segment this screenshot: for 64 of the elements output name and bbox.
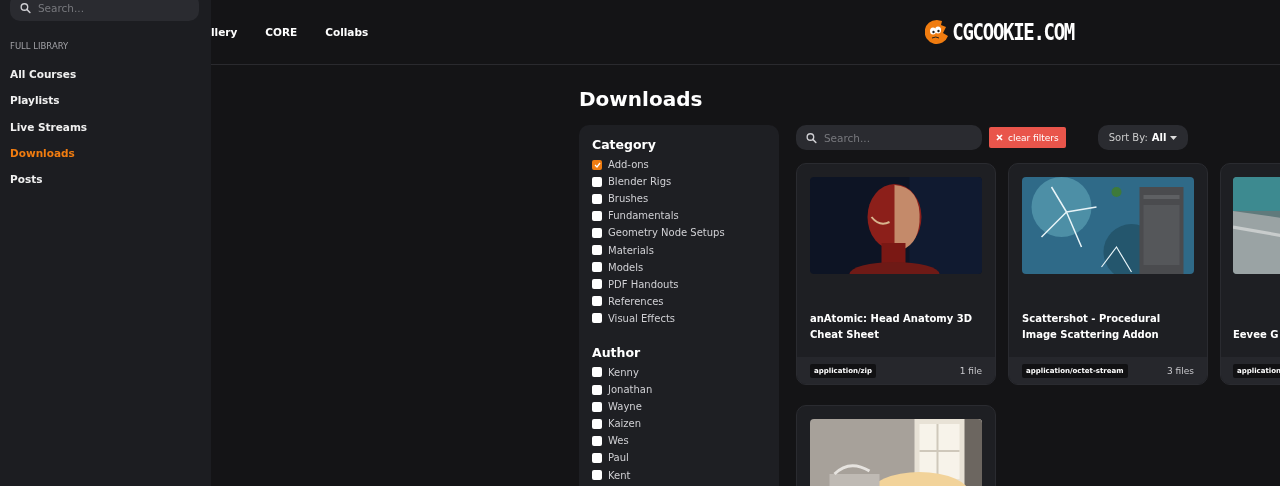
- clear-filters-button[interactable]: clear filters: [989, 127, 1066, 148]
- filter-option-label: Kenny: [608, 367, 639, 378]
- filter-option-label: Visual Effects: [608, 312, 676, 324]
- filter-option-label: Kent: [608, 469, 631, 481]
- filter-option-label: Wes: [608, 435, 629, 447]
- search-input[interactable]: Search...: [821, 130, 982, 145]
- filter-option-label: Fundamentals: [608, 210, 679, 222]
- checkbox[interactable]: [592, 384, 602, 395]
- cookie-logo-icon: [925, 19, 950, 45]
- section-label: FULL LIBRARY: [10, 41, 70, 51]
- checkbox[interactable]: [592, 452, 602, 463]
- search-field[interactable]: Search...: [10, 0, 199, 21]
- checkbox[interactable]: [592, 279, 602, 290]
- checkbox[interactable]: [592, 159, 602, 170]
- filter-heading: Author: [592, 344, 642, 360]
- filter-option-label: PDF Handouts: [608, 278, 679, 290]
- filter-heading: Category: [592, 137, 657, 152]
- checkbox[interactable]: [592, 470, 602, 481]
- sidebar-link[interactable]: Live Streams: [10, 113, 88, 140]
- checkbox[interactable]: [592, 435, 602, 446]
- checkmark-icon: [593, 161, 601, 168]
- close-icon: [996, 134, 1003, 141]
- search-field[interactable]: Search...: [796, 125, 982, 150]
- card-title: Scattershot - Procedural Image Scattering Addon: [1021, 312, 1162, 342]
- file-count: 1 file: [959, 365, 982, 376]
- card-title: anAtomic: Head Anatomy 3D Cheat Sheet: [809, 312, 973, 342]
- nav-link[interactable]: CORE: [265, 26, 298, 38]
- caret-icon: [1170, 135, 1178, 140]
- page-title: Downloads: [579, 87, 704, 111]
- filter-option-label: Paul: [608, 452, 629, 464]
- filter-option-label: Add-ons: [608, 159, 649, 171]
- logo-text: CGCOOKIE.COM: [952, 18, 1074, 46]
- filter-option-label: Wayne: [608, 401, 642, 413]
- filter-option-label: Materials: [608, 244, 654, 256]
- filter-option-label: Kaizen: [608, 418, 642, 430]
- sidebar-link[interactable]: Playlists: [10, 87, 60, 114]
- search-icon: [806, 131, 817, 144]
- search-input[interactable]: Search...: [35, 0, 199, 15]
- checkbox[interactable]: [592, 418, 602, 429]
- filter-option-label: Jonathan: [608, 384, 653, 396]
- checkbox[interactable]: [592, 296, 602, 307]
- sort-dropdown[interactable]: Sort By: All: [1097, 125, 1189, 150]
- file-count: 3 files: [1167, 365, 1194, 376]
- filter-option-label: Brushes: [608, 193, 649, 205]
- nav-link[interactable]: Collabs: [325, 26, 369, 38]
- filter-option-label: Blender Rigs: [608, 176, 672, 188]
- sidebar-link[interactable]: Downloads: [10, 139, 75, 167]
- card-title: Eevee G: [1232, 328, 1280, 342]
- filter-option-label: References: [608, 295, 664, 307]
- checkbox[interactable]: [592, 245, 602, 255]
- checkbox[interactable]: [592, 313, 602, 324]
- sidebar-link[interactable]: Posts: [10, 166, 43, 193]
- checkbox[interactable]: [592, 367, 602, 378]
- checkbox[interactable]: [592, 227, 602, 238]
- checkbox[interactable]: [592, 210, 602, 221]
- checkbox[interactable]: [592, 401, 602, 412]
- sidebar-link[interactable]: All Courses: [10, 61, 77, 88]
- checkbox[interactable]: [592, 193, 602, 204]
- checkbox[interactable]: [592, 262, 602, 273]
- checkbox[interactable]: [592, 176, 602, 187]
- filter-option-label: Models: [608, 261, 644, 273]
- search-icon: [20, 1, 31, 14]
- filter-option-label: Geometry Node Setups: [608, 227, 725, 239]
- nav-link[interactable]: llery: [211, 26, 238, 38]
